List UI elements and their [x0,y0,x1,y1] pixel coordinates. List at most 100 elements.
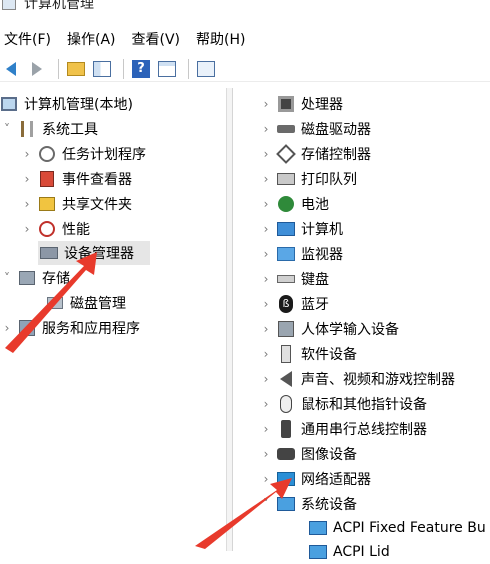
device-category-label: 蓝牙 [301,297,329,313]
tree-item-shared-folders[interactable]: › 共享文件夹 [22,192,132,216]
chevron-right-icon[interactable]: › [261,172,271,186]
storage-icon [18,269,36,287]
device-category-label: 网络适配器 [301,472,371,488]
chevron-right-icon[interactable]: › [261,272,271,286]
device-item[interactable]: ACPI Fixed Feature Bu [303,516,486,540]
device-category[interactable]: › 键盘 [261,267,329,291]
properties-icon[interactable] [156,58,178,80]
chevron-right-icon[interactable]: › [261,322,271,336]
device-category[interactable]: › 计算机 [261,217,343,241]
tree-item-performance[interactable]: › 性能 [22,217,90,241]
device-category[interactable]: › 处理器 [261,92,343,116]
chevron-down-icon[interactable]: ˅ [2,122,12,136]
monitor-icon[interactable] [195,58,217,80]
tree-item-computer-management[interactable]: 计算机管理(本地) [0,92,133,116]
processor-icon [277,95,295,113]
chevron-right-icon[interactable]: › [22,222,32,236]
tree-item-task-scheduler[interactable]: › 任务计划程序 [22,142,146,166]
device-category-label: 监视器 [301,247,343,263]
usb-icon [277,420,295,438]
device-category[interactable]: ˅ 系统设备 [261,492,357,516]
disk-drive-icon [277,120,295,138]
toolbar-separator [58,58,59,79]
tree-item-services-apps[interactable]: › 服务和应用程序 [2,316,140,340]
device-category-label: 处理器 [301,97,343,113]
chevron-right-icon[interactable]: › [261,447,271,461]
tree-item-disk-management[interactable]: 磁盘管理 [40,291,126,315]
device-category[interactable]: › 人体学输入设备 [261,317,399,341]
device-category-label: 系统设备 [301,497,357,513]
computer-icon [277,220,295,238]
chevron-down-icon[interactable]: ˅ [2,271,12,285]
chevron-right-icon[interactable]: › [261,122,271,136]
device-category[interactable]: › 通用串行总线控制器 [261,417,427,441]
device-category[interactable]: › 鼠标和其他指针设备 [261,392,427,416]
device-category[interactable]: › 存储控制器 [261,142,371,166]
menu-file[interactable]: 文件(F) [0,29,57,49]
title-bar: 计算机管理 [0,0,490,14]
chevron-right-icon[interactable]: › [261,197,271,211]
chevron-right-icon[interactable]: › [2,321,12,335]
chevron-right-icon[interactable]: › [261,97,271,111]
event-viewer-icon [38,170,56,188]
tree-item-label: 计算机管理(本地) [24,97,133,113]
device-category[interactable]: › 软件设备 [261,342,357,366]
sound-icon [277,370,295,388]
device-item[interactable]: ACPI Lid [303,540,390,564]
tree-item-label: 性能 [62,222,90,238]
monitor-icon [277,245,295,263]
storage-controller-icon [276,144,296,164]
device-category[interactable]: › 打印队列 [261,167,357,191]
menu-view[interactable]: 查看(V) [128,29,187,49]
tree-item-storage[interactable]: ˅ 存储 [2,266,70,290]
chevron-right-icon[interactable]: › [261,472,271,486]
up-folder-icon[interactable] [65,58,87,80]
device-category-network-adapter[interactable]: › 网络适配器 [261,467,371,491]
chevron-right-icon[interactable]: › [261,297,271,311]
device-category[interactable]: › 监视器 [261,242,343,266]
chevron-right-icon[interactable]: › [22,147,32,161]
chevron-right-icon[interactable]: › [261,222,271,236]
device-item-label: ACPI Fixed Feature Bu [333,520,486,536]
camera-icon [277,445,295,463]
device-category[interactable]: › ß 蓝牙 [261,292,329,316]
tree-item-label: 系统工具 [42,122,98,138]
chevron-right-icon[interactable]: › [261,372,271,386]
mouse-icon [277,395,295,413]
chevron-right-icon[interactable]: › [261,247,271,261]
device-category[interactable]: › 磁盘驱动器 [261,117,371,141]
tree-item-event-viewer[interactable]: › 事件查看器 [22,167,132,191]
forward-arrow-icon[interactable] [26,58,48,80]
toolbar-separator [123,58,124,79]
tree-item-label: 设备管理器 [64,246,134,262]
services-apps-icon [18,319,36,337]
tree-item-system-tools[interactable]: ˅ 系统工具 [2,117,98,141]
toolbar: ? [0,56,490,82]
tree-item-device-manager[interactable]: 设备管理器 [38,241,150,265]
chevron-right-icon[interactable]: › [261,147,271,161]
chevron-down-icon[interactable]: ˅ [261,497,271,511]
show-pane-icon[interactable] [91,58,113,80]
device-category[interactable]: › 电池 [261,192,329,216]
device-category-label: 电池 [301,197,329,213]
back-arrow-icon[interactable] [0,58,22,80]
menu-action[interactable]: 操作(A) [63,29,122,49]
menu-help[interactable]: 帮助(H) [192,29,251,49]
chevron-right-icon[interactable]: › [22,197,32,211]
disk-management-icon [46,294,64,312]
device-item-label: ACPI Lid [333,544,390,560]
computer-management-icon [0,95,18,113]
tree-item-label: 磁盘管理 [70,296,126,312]
chevron-right-icon[interactable]: › [261,422,271,436]
device-category-label: 打印队列 [301,172,357,188]
help-icon[interactable]: ? [130,58,152,80]
chevron-right-icon[interactable]: › [22,172,32,186]
app-icon [2,0,16,10]
chevron-right-icon[interactable]: › [261,397,271,411]
device-category-label: 计算机 [301,222,343,238]
chevron-right-icon[interactable]: › [261,347,271,361]
device-category[interactable]: › 声音、视频和游戏控制器 [261,367,455,391]
device-category[interactable]: › 图像设备 [261,442,357,466]
device-manager-icon [40,244,58,262]
tree-item-label: 服务和应用程序 [42,321,140,337]
